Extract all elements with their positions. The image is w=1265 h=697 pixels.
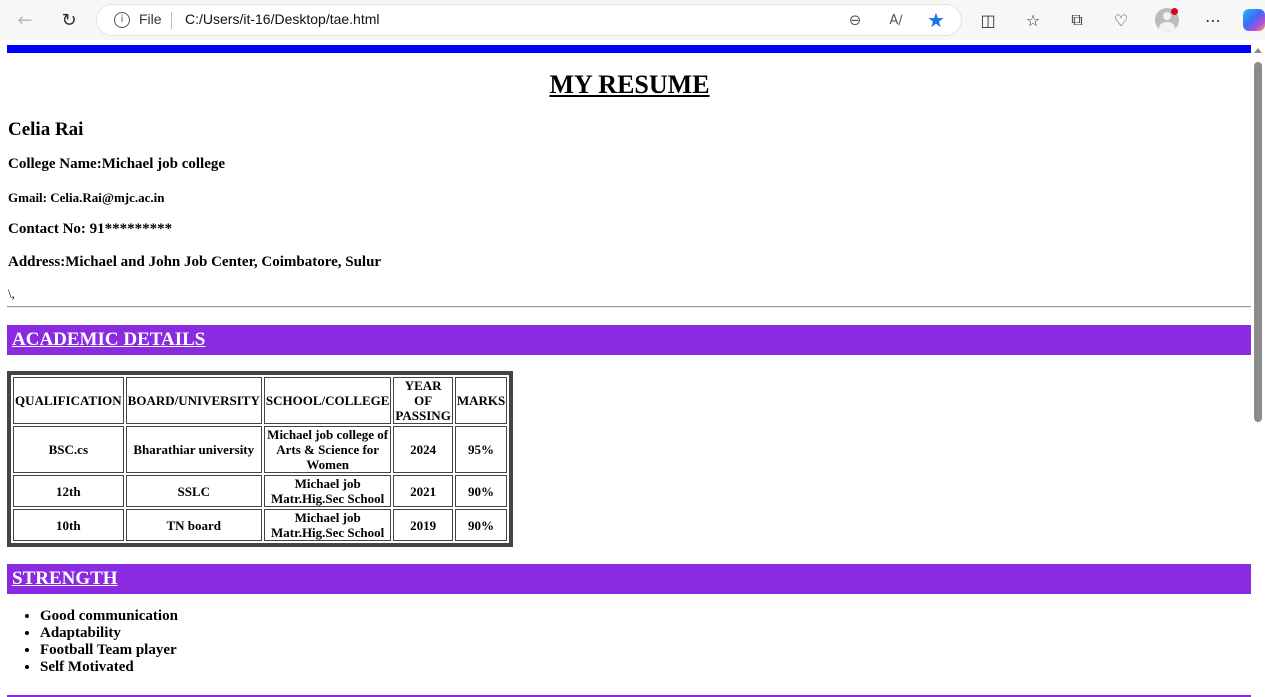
notification-dot: [1171, 8, 1178, 15]
zoom-out-icon[interactable]: ⊖: [843, 8, 867, 32]
header-cell: YEAR OF PASSING: [393, 377, 453, 424]
list-item: Adaptability: [40, 625, 178, 642]
strength-heading: STRENGTH: [12, 568, 118, 589]
scroll-up-icon[interactable]: [1254, 48, 1262, 53]
table-cell: 95%: [454, 426, 508, 473]
header-cell: SCHOOL/COLLEGE: [263, 377, 392, 424]
divider: [7, 306, 1252, 308]
more-icon[interactable]: ⋯: [1199, 6, 1227, 34]
favorites-icon[interactable]: ☆: [1019, 6, 1047, 34]
table-cell: BSC.cs: [13, 426, 124, 473]
browser-essentials-icon[interactable]: ♡: [1107, 6, 1135, 34]
candidate-name: Celia Rai: [8, 119, 84, 140]
header-cell: MARKS: [454, 377, 508, 424]
table-header-row: QUALIFICATION BOARD/UNIVERSITY SCHOOL/CO…: [13, 377, 508, 424]
table-cell: 10th: [13, 509, 124, 541]
favorite-star-icon[interactable]: ★: [924, 8, 948, 32]
copilot-icon[interactable]: [1243, 9, 1265, 31]
stray-text: \,: [8, 286, 15, 301]
table-cell: Michael job Matr.Hig.Sec School: [263, 509, 392, 541]
address-bar[interactable]: i File C:/Users/it-16/Desktop/tae.html ⊖…: [97, 5, 961, 35]
read-aloud-icon[interactable]: A​∕: [884, 8, 908, 32]
vertical-scrollbar[interactable]: [1251, 40, 1265, 697]
list-item: Self Motivated: [40, 659, 178, 676]
refresh-icon[interactable]: ↻: [55, 6, 83, 34]
address-separator: [171, 12, 172, 29]
table-cell: Michael job Matr.Hig.Sec School: [263, 475, 392, 507]
academic-heading: ACADEMIC DETAILS: [12, 329, 206, 350]
page-viewport: MY RESUME Celia Rai College Name:Michael…: [0, 40, 1265, 697]
table-cell: TN board: [125, 509, 262, 541]
page-title: MY RESUME: [549, 70, 710, 99]
table-cell: 90%: [454, 509, 508, 541]
table-row: BSC.cs Bharathiar university Michael job…: [13, 426, 508, 473]
header-cell: QUALIFICATION: [13, 377, 124, 424]
table-cell: Bharathiar university: [125, 426, 262, 473]
contact-number: Contact No: 91*********: [8, 221, 173, 237]
top-color-bar: [7, 45, 1252, 53]
url-text[interactable]: C:/Users/it-16/Desktop/tae.html: [185, 11, 380, 27]
list-item: Good communication: [40, 608, 178, 625]
address: Address:Michael and John Job Center, Coi…: [8, 254, 382, 270]
strength-list: Good communication Adaptability Football…: [7, 608, 178, 676]
list-item: Football Team player: [40, 642, 178, 659]
table-cell: 2019: [393, 509, 453, 541]
academic-table: QUALIFICATION BOARD/UNIVERSITY SCHOOL/CO…: [7, 371, 514, 547]
table-cell: 90%: [454, 475, 508, 507]
college-name: College Name:Michael job college: [8, 156, 226, 172]
collections-icon[interactable]: ⧉: [1063, 6, 1091, 34]
info-icon[interactable]: i: [114, 12, 130, 28]
table-row: 10th TN board Michael job Matr.Hig.Sec S…: [13, 509, 508, 541]
header-cell: BOARD/UNIVERSITY: [125, 377, 262, 424]
table-cell: SSLC: [125, 475, 262, 507]
file-label: File: [139, 11, 162, 27]
gmail: Gmail: Celia.Rai@mjc.ac.in: [8, 190, 165, 205]
table-cell: 2024: [393, 426, 453, 473]
academic-section-header: ACADEMIC DETAILS: [7, 325, 1252, 355]
browser-toolbar: ← ↻ i File C:/Users/it-16/Desktop/tae.ht…: [0, 0, 1265, 40]
table-cell: 12th: [13, 475, 124, 507]
table-cell: 2021: [393, 475, 453, 507]
table-row: 12th SSLC Michael job Matr.Hig.Sec Schoo…: [13, 475, 508, 507]
table-cell: Michael job college of Arts & Science fo…: [263, 426, 392, 473]
back-icon[interactable]: ←: [11, 6, 39, 34]
strength-section-header: STRENGTH: [7, 564, 1252, 594]
split-screen-icon[interactable]: ◫: [974, 6, 1002, 34]
scrollbar-thumb[interactable]: [1254, 62, 1262, 422]
